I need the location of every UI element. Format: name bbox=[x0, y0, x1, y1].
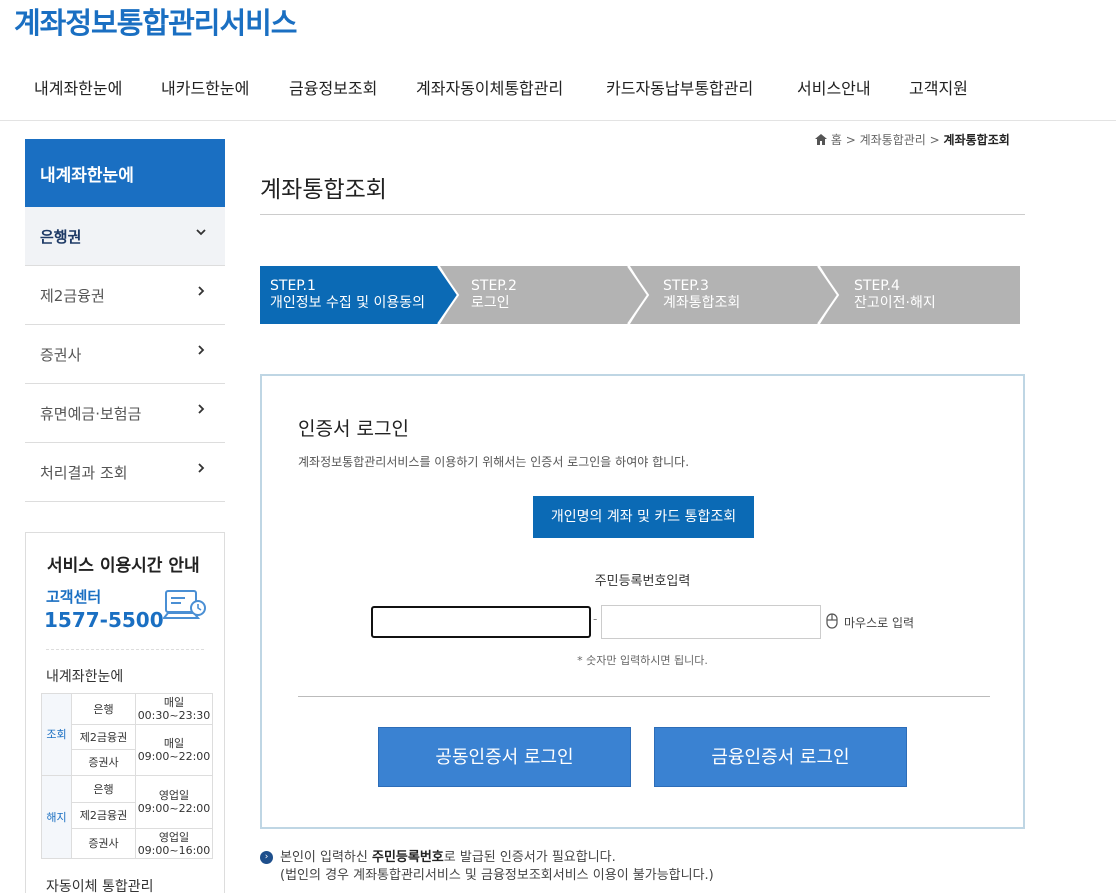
finance-certificate-login-button[interactable]: 금융인증서 로그인 bbox=[654, 727, 907, 787]
chevron-right-icon bbox=[195, 344, 207, 360]
sidebar-item-results[interactable]: 처리결과 조회 bbox=[25, 443, 225, 502]
nav-item-support[interactable]: 고객지원 bbox=[909, 75, 968, 99]
unified-lookup-button[interactable]: 개인명의 계좌 및 카드 통합조회 bbox=[533, 496, 754, 538]
certificate-login-box: 인증서 로그인 계좌정보통합관리서비스를 이용하기 위해서는 인증서 로그인을 … bbox=[260, 374, 1025, 829]
sidebar-title: 내계좌한눈에 bbox=[25, 139, 225, 207]
home-icon[interactable] bbox=[815, 133, 831, 147]
nav-item-service-guide[interactable]: 서비스안내 bbox=[797, 75, 871, 99]
login-description: 계좌정보통합관리서비스를 이용하기 위해서는 인증서 로그인을 하여야 합니다. bbox=[298, 455, 690, 469]
sidebar-item-dormant[interactable]: 휴면예금·보험금 bbox=[25, 384, 225, 443]
breadcrumb-parent[interactable]: 계좌통합관리 bbox=[860, 133, 926, 147]
chevron-down-icon bbox=[195, 226, 207, 242]
hours-cell: 영업일 09:00~16:00 bbox=[135, 828, 213, 859]
institution-cell: 증권사 bbox=[71, 828, 136, 859]
main-nav: 내계좌한눈에 내카드한눈에 금융정보조회 계좌자동이체통합관리 카드자동납부통합… bbox=[0, 60, 1116, 121]
nav-item-my-cards[interactable]: 내카드한눈에 bbox=[161, 75, 249, 99]
category-query: 조회 bbox=[41, 693, 72, 776]
sidebar-item-label: 제2금융권 bbox=[40, 287, 105, 305]
nav-item-financial-info[interactable]: 금융정보조회 bbox=[289, 75, 377, 99]
step-number: STEP.4 bbox=[854, 278, 900, 294]
step-label: 잔고이전·해지 bbox=[854, 295, 936, 311]
rrn-label: 주민등록번호입력 bbox=[594, 574, 691, 589]
divider bbox=[46, 649, 204, 650]
service-time-table: 조회 은행 매일 00:30~23:30 제2금융권 매일 09:00~22:00 … bbox=[41, 693, 213, 859]
breadcrumb: 홈 > 계좌통합관리 > 계좌통합조회 bbox=[815, 131, 1010, 148]
sidebar-item-label: 증권사 bbox=[40, 346, 82, 364]
breadcrumb-current: 계좌통합조회 bbox=[943, 133, 1010, 147]
hours-cell: 영업일 09:00~22:00 bbox=[135, 775, 213, 829]
chevron-right-icon bbox=[195, 403, 207, 419]
step-label: 개인정보 수집 및 이용동의 bbox=[270, 295, 426, 311]
chevron-right-icon bbox=[195, 285, 207, 301]
step-number: STEP.1 bbox=[270, 278, 316, 294]
step-number: STEP.2 bbox=[471, 278, 517, 294]
customer-center-label: 고객센터 bbox=[46, 588, 102, 606]
rrn-back-input[interactable] bbox=[601, 605, 821, 639]
service-time-box: 서비스 이용시간 안내 고객센터 1577-5500 내계좌한눈에 조회 은행 … bbox=[25, 532, 225, 893]
rrn-dash: - bbox=[593, 612, 598, 626]
step-4: STEP.4 잔고이전·해지 bbox=[854, 266, 936, 324]
mouse-input-link[interactable]: 마우스로 입력 bbox=[844, 614, 914, 631]
sidebar-item-bank[interactable]: 은행권 bbox=[25, 207, 225, 266]
title-divider bbox=[260, 214, 1025, 215]
sidebar-item-label: 은행권 bbox=[40, 228, 82, 246]
sidebar-item-label: 휴면예금·보험금 bbox=[40, 405, 142, 423]
computer-clock-icon bbox=[163, 590, 206, 619]
nav-item-card-autopay[interactable]: 카드자동납부통합관리 bbox=[606, 75, 753, 99]
sidebar-item-securities[interactable]: 증권사 bbox=[25, 325, 225, 384]
login-title: 인증서 로그인 bbox=[298, 418, 409, 440]
customer-center-number: 1577-5500 bbox=[44, 608, 164, 632]
hours-cell: 매일 09:00~22:00 bbox=[135, 724, 213, 776]
sidebar-item-second-finance[interactable]: 제2금융권 bbox=[25, 266, 225, 325]
breadcrumb-separator: > bbox=[929, 133, 944, 147]
arrow-right-circle-icon: › bbox=[260, 851, 273, 864]
institution-cell: 은행 bbox=[71, 775, 136, 803]
service-time-title: 서비스 이용시간 안내 bbox=[47, 556, 200, 576]
mouse-icon[interactable] bbox=[826, 613, 838, 629]
notice-text: 본인이 입력하신 주민등록번호로 발급된 인증서가 필요합니다. (법인의 경우… bbox=[280, 850, 714, 883]
joint-certificate-login-button[interactable]: 공동인증서 로그인 bbox=[378, 727, 631, 787]
breadcrumb-separator: > bbox=[845, 133, 860, 147]
nav-item-my-accounts[interactable]: 내계좌한눈에 bbox=[34, 75, 122, 99]
step-1: STEP.1 개인정보 수집 및 이용동의 bbox=[270, 266, 425, 324]
time-section-label: 내계좌한눈에 bbox=[46, 669, 124, 685]
institution-cell: 제2금융권 bbox=[71, 802, 136, 829]
divider bbox=[298, 696, 990, 697]
auto-transfer-section-label: 자동이체 통합관리 bbox=[46, 879, 154, 893]
nav-item-auto-transfer[interactable]: 계좌자동이체통합관리 bbox=[416, 75, 563, 99]
step-2: STEP.2 로그인 bbox=[471, 266, 517, 324]
rrn-front-input[interactable] bbox=[371, 606, 591, 638]
site-title[interactable]: 계좌정보통합관리서비스 bbox=[14, 0, 297, 42]
step-indicator: STEP.1 개인정보 수집 및 이용동의 STEP.2 로그인 STEP.3 … bbox=[260, 266, 1025, 324]
rrn-note: * 숫자만 입력하시면 됩니다. bbox=[577, 654, 708, 667]
chevron-right-icon bbox=[195, 462, 207, 478]
category-cancel: 해지 bbox=[41, 775, 72, 859]
step-number: STEP.3 bbox=[663, 278, 709, 294]
step-label: 계좌통합조회 bbox=[663, 295, 741, 311]
step-3: STEP.3 계좌통합조회 bbox=[663, 266, 740, 324]
institution-cell: 은행 bbox=[71, 693, 136, 725]
institution-cell: 제2금융권 bbox=[71, 724, 136, 750]
page-title: 계좌통합조회 bbox=[260, 177, 387, 203]
breadcrumb-home[interactable]: 홈 bbox=[831, 133, 842, 147]
hours-cell: 매일 00:30~23:30 bbox=[135, 693, 213, 725]
sidebar-item-label: 처리결과 조회 bbox=[40, 464, 128, 482]
institution-cell: 증권사 bbox=[71, 749, 136, 776]
step-label: 로그인 bbox=[471, 295, 510, 311]
